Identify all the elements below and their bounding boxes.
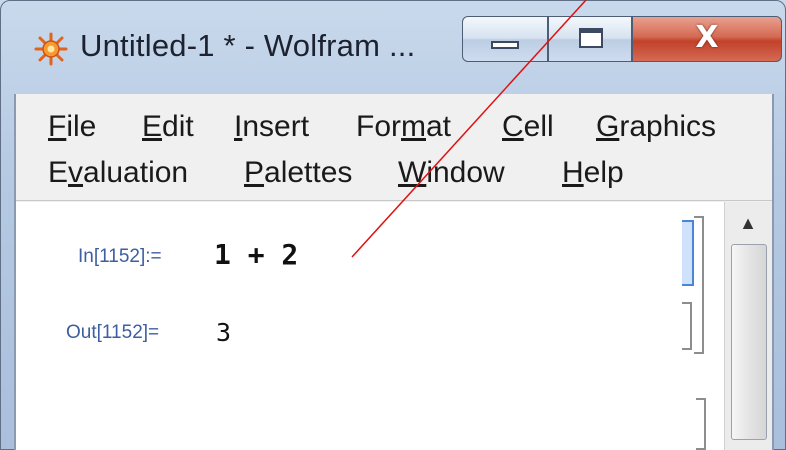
window-frame: Untitled-1 * - Wolfram ... X File Edit I… xyxy=(0,0,786,450)
annotation-line xyxy=(351,0,587,258)
